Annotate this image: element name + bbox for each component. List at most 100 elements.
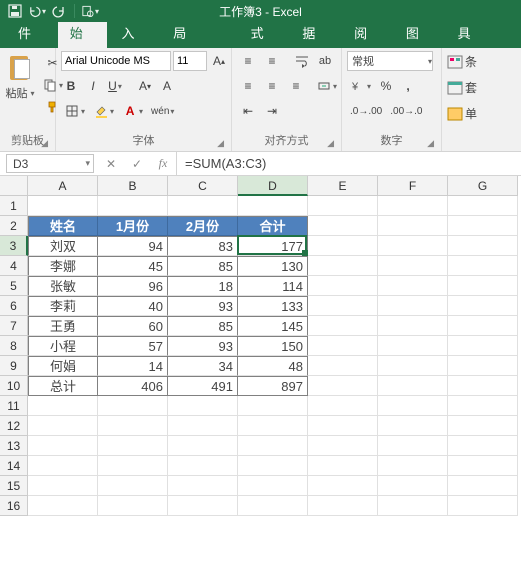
- cond-format-label[interactable]: 条: [465, 53, 477, 70]
- cell[interactable]: 张敏: [28, 276, 98, 296]
- cancel-button[interactable]: ✕: [98, 157, 124, 171]
- cell[interactable]: [378, 436, 448, 456]
- cell[interactable]: [168, 436, 238, 456]
- grow-font-button[interactable]: A▴: [209, 51, 229, 71]
- underline-button[interactable]: U▾: [105, 76, 125, 96]
- percent-button[interactable]: %: [376, 76, 396, 96]
- cell[interactable]: [448, 496, 518, 516]
- cell[interactable]: [238, 396, 308, 416]
- dialog-launcher-icon[interactable]: ◢: [327, 138, 334, 149]
- font-name-select[interactable]: [61, 51, 171, 71]
- cell[interactable]: [308, 496, 378, 516]
- cell[interactable]: 93: [168, 336, 238, 356]
- cell[interactable]: [378, 216, 448, 236]
- increase-decimal-button[interactable]: .0→.00: [347, 101, 385, 121]
- cell[interactable]: [308, 336, 378, 356]
- column-header[interactable]: E: [308, 176, 378, 196]
- redo-icon[interactable]: [50, 2, 68, 20]
- cell[interactable]: [308, 436, 378, 456]
- cell[interactable]: [308, 416, 378, 436]
- insert-function-button[interactable]: fx: [150, 156, 176, 171]
- cell[interactable]: [28, 196, 98, 216]
- select-all-triangle[interactable]: [0, 176, 28, 196]
- cell[interactable]: 18: [168, 276, 238, 296]
- row-header[interactable]: 16: [0, 496, 28, 516]
- cell[interactable]: [378, 476, 448, 496]
- conditional-format-icon[interactable]: [447, 54, 463, 70]
- cell[interactable]: [28, 396, 98, 416]
- row-header[interactable]: 9: [0, 356, 28, 376]
- spreadsheet-grid[interactable]: ABCDEFG 12345678910111213141516 姓名1月份2月份…: [0, 176, 521, 580]
- cell[interactable]: [308, 356, 378, 376]
- cell[interactable]: [448, 416, 518, 436]
- cell[interactable]: 96: [98, 276, 168, 296]
- align-left-button[interactable]: ≡: [237, 76, 259, 96]
- dialog-launcher-icon[interactable]: ◢: [427, 138, 434, 149]
- cell[interactable]: [98, 496, 168, 516]
- row-header[interactable]: 8: [0, 336, 28, 356]
- cell[interactable]: [378, 376, 448, 396]
- cell[interactable]: [378, 456, 448, 476]
- cell[interactable]: 83: [168, 236, 238, 256]
- comma-button[interactable]: ,: [398, 76, 418, 96]
- cell[interactable]: [308, 256, 378, 276]
- cell[interactable]: 145: [238, 316, 308, 336]
- number-format-select[interactable]: 常规▾: [347, 51, 433, 71]
- cell[interactable]: [448, 356, 518, 376]
- formula-input[interactable]: =SUM(A3:C3): [177, 152, 521, 175]
- cell[interactable]: 133: [238, 296, 308, 316]
- row-header[interactable]: 6: [0, 296, 28, 316]
- cell[interactable]: [448, 256, 518, 276]
- font-color-button[interactable]: A▾: [119, 101, 146, 121]
- row-header[interactable]: 4: [0, 256, 28, 276]
- decrease-decimal-button[interactable]: .00→.0: [387, 101, 425, 121]
- cell[interactable]: [238, 416, 308, 436]
- cell[interactable]: [28, 476, 98, 496]
- row-headers[interactable]: 12345678910111213141516: [0, 196, 28, 516]
- cell[interactable]: [448, 316, 518, 336]
- cell[interactable]: [98, 436, 168, 456]
- align-top-button[interactable]: ≡: [237, 51, 259, 71]
- cell[interactable]: [308, 296, 378, 316]
- cell[interactable]: 王勇: [28, 316, 98, 336]
- row-header[interactable]: 5: [0, 276, 28, 296]
- increase-indent-button[interactable]: ⇥: [261, 101, 283, 121]
- cell[interactable]: [238, 476, 308, 496]
- cell[interactable]: [98, 456, 168, 476]
- cell[interactable]: [98, 476, 168, 496]
- cell[interactable]: 406: [98, 376, 168, 396]
- cell[interactable]: [28, 456, 98, 476]
- cell[interactable]: 李娜: [28, 256, 98, 276]
- column-header[interactable]: F: [378, 176, 448, 196]
- cell[interactable]: [378, 416, 448, 436]
- cell[interactable]: [28, 416, 98, 436]
- cell[interactable]: [378, 236, 448, 256]
- column-header[interactable]: D: [238, 176, 308, 196]
- cell[interactable]: 小程: [28, 336, 98, 356]
- cell[interactable]: [448, 456, 518, 476]
- enter-button[interactable]: ✓: [124, 157, 150, 171]
- cell[interactable]: [378, 396, 448, 416]
- cell[interactable]: [168, 416, 238, 436]
- cell[interactable]: [448, 196, 518, 216]
- bold-button[interactable]: B: [61, 76, 81, 96]
- accounting-format-button[interactable]: ¥▾: [347, 76, 374, 96]
- column-headers[interactable]: ABCDEFG: [28, 176, 518, 196]
- cell[interactable]: 60: [98, 316, 168, 336]
- cell[interactable]: [448, 236, 518, 256]
- row-header[interactable]: 14: [0, 456, 28, 476]
- cell[interactable]: [448, 436, 518, 456]
- italic-button[interactable]: I: [83, 76, 103, 96]
- column-header[interactable]: A: [28, 176, 98, 196]
- row-header[interactable]: 15: [0, 476, 28, 496]
- print-preview-icon[interactable]: ▾: [81, 2, 99, 20]
- cell[interactable]: 85: [168, 256, 238, 276]
- cell[interactable]: 何娟: [28, 356, 98, 376]
- cell[interactable]: [378, 196, 448, 216]
- row-header[interactable]: 3: [0, 236, 28, 256]
- wrap-text-button[interactable]: [291, 51, 313, 71]
- cell[interactable]: [28, 436, 98, 456]
- cell[interactable]: 总计: [28, 376, 98, 396]
- cell[interactable]: [308, 276, 378, 296]
- cell[interactable]: [238, 456, 308, 476]
